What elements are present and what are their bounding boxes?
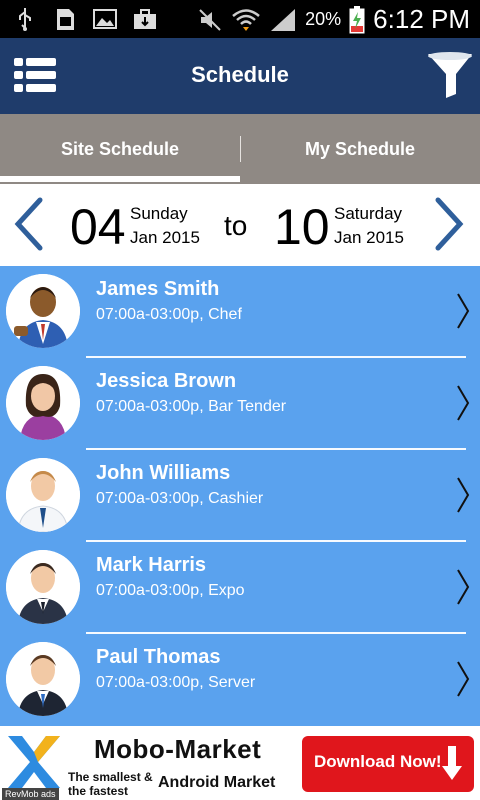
range-separator: to [224, 210, 248, 241]
shift-detail: 07:00a-03:00p, Expo [96, 582, 245, 599]
employee-name: John Williams [96, 462, 231, 484]
end-weekday: Saturday [334, 204, 403, 223]
chevron-right-icon [457, 569, 470, 605]
man-icon [6, 550, 80, 624]
ad-title: Mobo-Market [94, 734, 262, 764]
date-range: 04 Sunday Jan 2015 to 10 Saturday Jan 20… [0, 184, 480, 266]
chevron-right-icon [457, 661, 470, 697]
man-icon [6, 642, 80, 716]
battery-icon [349, 5, 365, 33]
image-icon [92, 6, 118, 32]
chevron-right-icon [457, 385, 470, 421]
shift-row[interactable]: Paul Thomas 07:00a-03:00p, Server [0, 634, 480, 726]
shift-detail: 07:00a-03:00p, Cashier [96, 490, 264, 507]
employee-name: Jessica Brown [96, 370, 237, 392]
download-arrow-icon [442, 746, 462, 780]
usb-icon [12, 6, 38, 32]
shift-row[interactable]: James Smith 07:00a-03:00p, Chef [0, 266, 480, 358]
shift-row[interactable]: Mark Harris 07:00a-03:00p, Expo [0, 542, 480, 634]
shift-list: James Smith 07:00a-03:00p, Chef Jessica … [0, 266, 480, 726]
end-month: Jan 2015 [334, 228, 404, 247]
employee-name: James Smith [96, 278, 220, 300]
start-day: 04 [70, 199, 126, 255]
start-month: Jan 2015 [130, 228, 200, 247]
start-weekday: Sunday [130, 204, 188, 223]
tab-divider [240, 136, 241, 162]
employee-name: Paul Thomas [96, 646, 221, 668]
shift-row[interactable]: John Williams 07:00a-03:00p, Cashier [0, 450, 480, 542]
filter-icon[interactable] [426, 50, 474, 100]
shift-detail: 07:00a-03:00p, Bar Tender [96, 398, 287, 415]
download-now-button[interactable]: Download Now! [302, 736, 474, 792]
page-title: Schedule [191, 62, 289, 87]
businessman-icon [6, 274, 80, 348]
app-bar: Schedule [0, 38, 480, 114]
tab-site-schedule[interactable]: Site Schedule [0, 114, 240, 184]
shift-detail: 07:00a-03:00p, Chef [96, 306, 242, 323]
next-week-arrow-icon[interactable] [428, 196, 468, 252]
employee-name: Mark Harris [96, 554, 207, 576]
shift-detail: 07:00a-03:00p, Server [96, 674, 256, 691]
briefcase-icon [132, 6, 158, 32]
ad-tagline-2: the fastest [68, 784, 129, 798]
download-now-label: Download Now! [314, 752, 442, 771]
shift-row[interactable]: Jessica Brown 07:00a-03:00p, Bar Tender [0, 358, 480, 450]
end-day: 10 [274, 199, 330, 255]
tab-my-schedule[interactable]: My Schedule [240, 114, 480, 184]
man-icon [6, 458, 80, 532]
battery-percent: 20% [305, 9, 342, 29]
wifi-icon [232, 8, 260, 31]
chevron-right-icon [457, 477, 470, 513]
ad-banner[interactable]: Mobo-Market The smallest & the fastest A… [0, 726, 480, 800]
sim-icon [52, 6, 78, 32]
signal-icon [271, 8, 296, 31]
woman-icon [6, 366, 80, 440]
revmob-badge: RevMob ads [2, 788, 59, 800]
ad-subtitle: Android Market [158, 774, 276, 791]
previous-week-arrow-icon[interactable] [10, 196, 50, 252]
mobo-market-logo-icon [4, 732, 64, 792]
status-bar: 20% 6:12 PM [0, 0, 480, 38]
mute-icon [199, 8, 221, 31]
ad-tagline-1: The smallest & [68, 770, 153, 784]
clock: 6:12 PM [373, 4, 470, 34]
chevron-right-icon [457, 293, 470, 329]
